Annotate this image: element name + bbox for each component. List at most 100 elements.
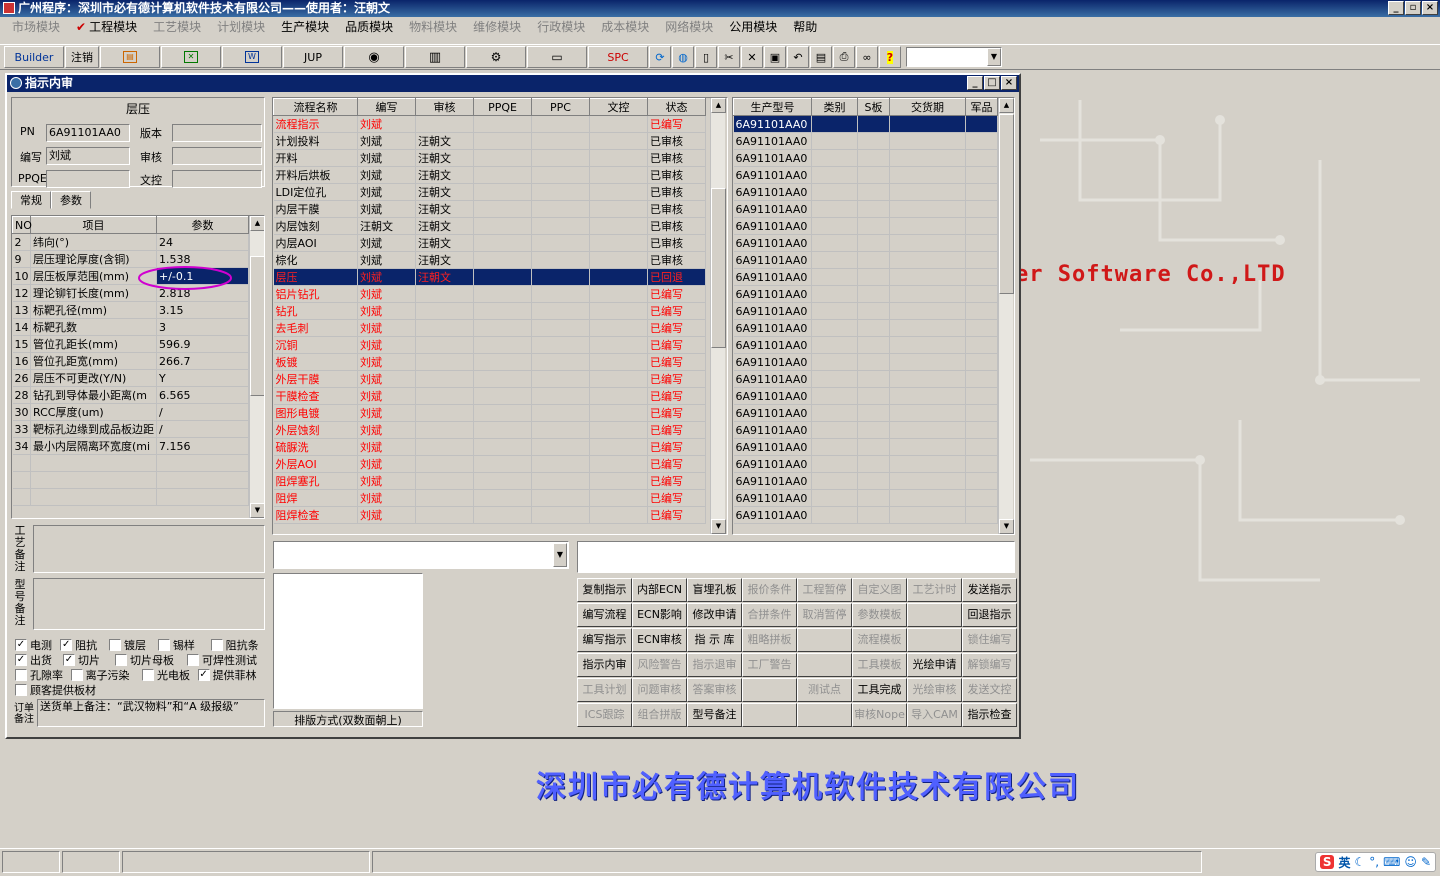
scroll-thumb[interactable] xyxy=(250,256,264,396)
flow-row[interactable]: 内层干膜 刘斌 汪朝文 已审核 xyxy=(273,200,706,218)
model-row[interactable]: 6A91101AA0 xyxy=(733,438,998,456)
action-button[interactable]: 报价条件 xyxy=(742,578,797,602)
action-button[interactable]: 工程暂停 xyxy=(797,578,852,602)
scroll-down-icon[interactable]: ▼ xyxy=(999,519,1014,534)
flow-row[interactable]: 开料后烘板 刘斌 汪朝文 已审核 xyxy=(273,166,706,184)
checkbox[interactable]: 顾客提供板材 xyxy=(15,682,115,697)
flow-row[interactable]: 板镀 刘斌 已编写 xyxy=(273,353,706,371)
model-col-header[interactable]: 生产型号 xyxy=(733,98,812,116)
action-button[interactable]: 发送文控 xyxy=(962,678,1017,702)
action-button[interactable]: 锁住编写 xyxy=(962,628,1017,652)
flow-scrollbar[interactable]: ▲ ▼ xyxy=(710,98,726,534)
flow-list[interactable] xyxy=(273,573,423,709)
action-button[interactable]: 指示检查 xyxy=(962,703,1017,727)
action-button[interactable]: 解锁编写 xyxy=(962,653,1017,677)
menu-item-7[interactable]: 维修模块 xyxy=(465,17,529,37)
report-button[interactable]: ▤ xyxy=(100,46,160,68)
flow-row[interactable]: 图形电镀 刘斌 已编写 xyxy=(273,404,706,422)
action-button[interactable]: 回退指示 xyxy=(962,603,1017,627)
action-button[interactable]: 复制指示 xyxy=(577,578,632,602)
flow-col-header[interactable]: PPC xyxy=(531,98,590,116)
action-button[interactable]: 工具计划 xyxy=(577,678,632,702)
menu-item-11[interactable]: 公用模块 xyxy=(721,17,785,37)
model-row[interactable]: 6A91101AA0 xyxy=(733,217,998,235)
menu-item-2[interactable]: 工艺模块 xyxy=(145,17,209,37)
model-row[interactable]: 6A91101AA0 xyxy=(733,234,998,252)
action-button[interactable]: 光绘审核 xyxy=(907,678,962,702)
checkbox-box[interactable]: ✓ xyxy=(60,638,73,651)
col-value[interactable]: 参数 xyxy=(156,216,249,234)
refresh-button[interactable]: ⟳ xyxy=(649,46,671,68)
action-button[interactable]: 编写指示 xyxy=(577,628,632,652)
model-row[interactable]: 6A91101AA0 xyxy=(733,472,998,490)
param-value[interactable]: 24 xyxy=(156,233,249,251)
action-button[interactable]: ICS跟踪 xyxy=(577,703,632,727)
flow-row[interactable]: 内层AOI 刘斌 汪朝文 已审核 xyxy=(273,234,706,252)
version-field[interactable] xyxy=(172,124,262,142)
model-row[interactable]: 6A91101AA0 xyxy=(733,353,998,371)
flow-col-header[interactable]: 文控 xyxy=(589,98,648,116)
save-button[interactable]: ▣ xyxy=(764,46,786,68)
checkbox-box[interactable] xyxy=(157,638,170,651)
action-button[interactable]: 组合拼版 xyxy=(632,703,687,727)
model-col-header[interactable]: S板 xyxy=(857,98,890,116)
flow-row[interactable]: 铝片钻孔 刘斌 已编写 xyxy=(273,285,706,303)
action-button[interactable]: 风险警告 xyxy=(632,653,687,677)
action-button[interactable]: 编写流程 xyxy=(577,603,632,627)
print-button[interactable]: ⎙ xyxy=(833,46,855,68)
model-row[interactable]: 6A91101AA0 xyxy=(733,268,998,286)
ppqe-field[interactable] xyxy=(46,170,130,188)
param-value[interactable]: 266.7 xyxy=(156,352,249,370)
model-row[interactable]: 6A91101AA0 xyxy=(733,166,998,184)
action-button[interactable]: ECN影响 xyxy=(632,603,687,627)
checkbox-box[interactable] xyxy=(187,653,199,666)
action-button[interactable]: 自定义图 xyxy=(852,578,907,602)
action-button[interactable]: 答案审核 xyxy=(687,678,742,702)
spc-button[interactable]: SPC xyxy=(588,46,648,68)
checkbox[interactable]: 离子污染 xyxy=(70,667,142,682)
flow-col-header[interactable]: 状态 xyxy=(647,98,706,116)
flow-row[interactable]: 流程指示 刘斌 已编写 xyxy=(273,115,706,133)
checkbox-box[interactable] xyxy=(115,653,127,666)
checkbox[interactable]: 阻抗条 xyxy=(210,637,267,652)
action-button[interactable] xyxy=(742,678,797,702)
action-button[interactable]: 工具完成 xyxy=(852,678,907,702)
flow-row[interactable]: 干膜检查 刘斌 已编写 xyxy=(273,387,706,405)
globe-button[interactable]: ◍ xyxy=(672,46,694,68)
flow-row[interactable]: 外层AOI 刘斌 已编写 xyxy=(273,455,706,473)
flow-row[interactable]: 外层蚀刻 刘斌 已编写 xyxy=(273,421,706,439)
checkbox[interactable]: ✓ 切片 xyxy=(63,652,115,667)
model-row[interactable]: 6A91101AA0 xyxy=(733,132,998,150)
checkbox-box[interactable]: ✓ xyxy=(15,638,27,651)
scroll-up-icon[interactable]: ▲ xyxy=(711,98,726,113)
param-row[interactable]: 33 靶标孔边缘到成品板边距 / xyxy=(12,420,249,438)
remark-input[interactable] xyxy=(577,541,1015,573)
minimize-button[interactable]: _ xyxy=(1388,1,1404,15)
action-button[interactable]: 问题审核 xyxy=(632,678,687,702)
param-row[interactable]: 16 管位孔距宽(mm) 266.7 xyxy=(12,352,249,370)
flow-col-header[interactable]: 流程名称 xyxy=(273,98,358,116)
chevron-down-icon[interactable]: ▼ xyxy=(553,543,567,567)
model-row[interactable]: 6A91101AA0 xyxy=(733,183,998,201)
action-button[interactable]: 指示退审 xyxy=(687,653,742,677)
param-row[interactable]: 13 标靶孔径(mm) 3.15 xyxy=(12,301,249,319)
param-value[interactable]: 596.9 xyxy=(156,335,249,353)
action-button[interactable]: 合拼条件 xyxy=(742,603,797,627)
param-row[interactable]: 28 钻孔到导体最小距离(m 6.565 xyxy=(12,386,249,404)
action-button[interactable] xyxy=(907,603,962,627)
network-button[interactable]: ⚙ xyxy=(466,46,526,68)
keyboard-icon[interactable]: ⌨ xyxy=(1383,855,1400,869)
action-button[interactable]: 指 示 库 xyxy=(687,628,742,652)
model-row[interactable]: 6A91101AA0 xyxy=(733,302,998,320)
doc-field[interactable] xyxy=(172,170,262,188)
action-button[interactable]: 光绘申请 xyxy=(907,653,962,677)
flow-col-header[interactable]: 编写 xyxy=(357,98,416,116)
flow-row[interactable]: 阻焊 刘斌 已编写 xyxy=(273,489,706,507)
flow-row[interactable]: 阻焊塞孔 刘斌 已编写 xyxy=(273,472,706,490)
action-button[interactable]: 流程模板 xyxy=(852,628,907,652)
checkbox[interactable]: 可焊性测试 xyxy=(187,652,267,667)
flow-row[interactable]: 开料 刘斌 汪朝文 已审核 xyxy=(273,149,706,167)
action-button[interactable]: 盲埋孔板 xyxy=(687,578,742,602)
param-row[interactable]: 14 标靶孔数 3 xyxy=(12,318,249,336)
model-row[interactable]: 6A91101AA0 xyxy=(733,421,998,439)
